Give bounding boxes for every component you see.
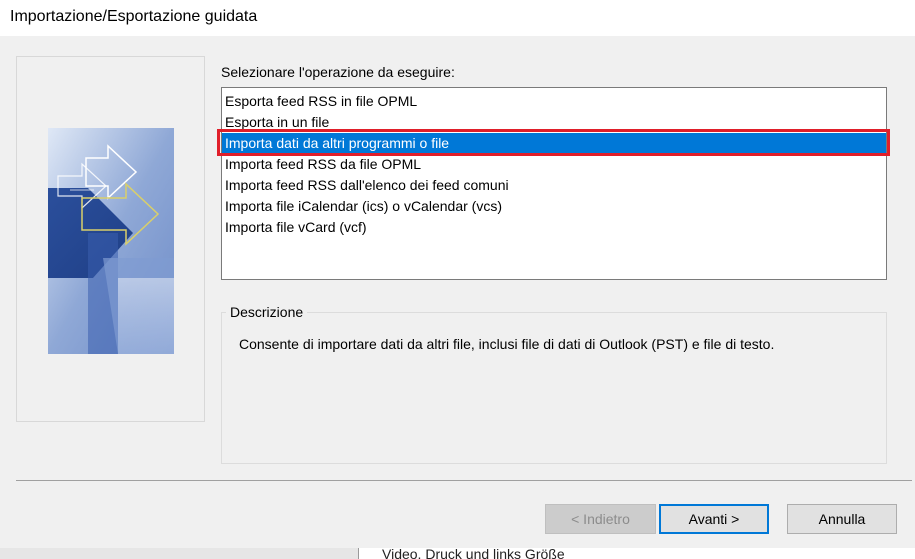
list-item[interactable]: Importa file vCard (vcf) <box>222 217 886 238</box>
description-title: Descrizione <box>226 304 308 320</box>
description-text: Consente di importare dati da altri file… <box>239 336 775 352</box>
back-button[interactable]: < Indietro <box>545 504 656 534</box>
wizard-illustration <box>48 128 174 354</box>
list-item[interactable]: Esporta in un file <box>222 112 886 133</box>
cancel-button[interactable]: Annulla <box>787 504 897 534</box>
separator <box>16 480 912 481</box>
list-item[interactable]: Importa file iCalendar (ics) o vCalendar… <box>222 196 886 217</box>
list-label: Selezionare l'operazione da eseguire: <box>221 64 455 80</box>
background-strip <box>0 548 358 559</box>
title-bar[interactable]: Importazione/Esportazione guidata <box>0 0 915 36</box>
window-title: Importazione/Esportazione guidata <box>10 8 258 25</box>
next-button[interactable]: Avanti > <box>659 504 769 534</box>
wizard-side-panel <box>16 56 205 422</box>
operation-listbox[interactable]: Esporta feed RSS in file OPML Esporta in… <box>221 87 887 280</box>
background-window: Video, Druck und links Größe <box>0 548 915 559</box>
list-item[interactable]: Importa feed RSS da file OPML <box>222 154 886 175</box>
background-divider <box>358 548 359 559</box>
wizard-content: Selezionare l'operazione da eseguire: Es… <box>0 36 915 548</box>
background-text: Video, Druck und links Größe <box>382 548 565 559</box>
list-item[interactable]: Esporta feed RSS in file OPML <box>222 91 886 112</box>
list-item-selected[interactable]: Importa dati da altri programmi o file <box>222 133 886 154</box>
list-item[interactable]: Importa feed RSS dall'elenco dei feed co… <box>222 175 886 196</box>
description-group <box>221 312 887 464</box>
